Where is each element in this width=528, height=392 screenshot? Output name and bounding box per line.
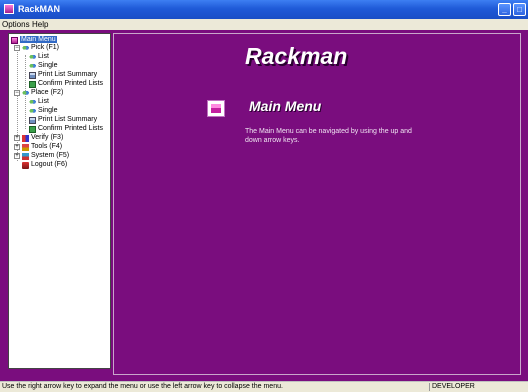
- window-title: RackMAN: [18, 4, 61, 14]
- tree-item-pick-single[interactable]: Single: [29, 62, 57, 70]
- tree-item-system[interactable]: System (F5): [22, 152, 69, 160]
- printer-icon: [29, 116, 36, 124]
- place-collapse-toggle[interactable]: −: [14, 90, 20, 96]
- tree-item-place-confirm[interactable]: Confirm Printed Lists: [29, 125, 103, 133]
- main-menu-icon: [207, 100, 225, 117]
- single-icon: [29, 62, 36, 70]
- verify-expand-toggle[interactable]: +: [14, 135, 20, 141]
- tree-item-logout[interactable]: Logout (F6): [22, 161, 67, 169]
- navigation-tree[interactable]: Main Menu − Pick (F1) List Single Print …: [8, 33, 111, 369]
- main-menu-icon: [11, 36, 18, 44]
- tree-item-pick[interactable]: Pick (F1): [22, 44, 59, 52]
- tree-item-place-single[interactable]: Single: [29, 107, 57, 115]
- tree-item-place[interactable]: Place (F2): [22, 89, 63, 97]
- pick-icon: [22, 44, 29, 52]
- confirm-icon: [29, 125, 36, 133]
- tree-item-pick-list[interactable]: List: [29, 53, 49, 61]
- section-heading: Main Menu: [249, 98, 322, 114]
- confirm-icon: [29, 80, 36, 88]
- status-divider: [429, 383, 430, 391]
- tree-line: [25, 55, 26, 91]
- tree-item-pick-confirm[interactable]: Confirm Printed Lists: [29, 80, 103, 88]
- content-panel: [113, 33, 521, 375]
- logout-icon: [22, 161, 29, 169]
- status-user: DEVELOPER: [432, 383, 475, 390]
- menu-help[interactable]: Help: [32, 20, 48, 29]
- tree-item-pick-print[interactable]: Print List Summary: [29, 71, 97, 79]
- app-icon: [4, 4, 14, 14]
- maximize-button[interactable]: □: [513, 3, 526, 16]
- system-icon: [22, 152, 29, 160]
- pick-collapse-toggle[interactable]: −: [14, 45, 20, 51]
- tools-icon: [22, 143, 29, 151]
- status-bar: Use the right arrow key to expand the me…: [0, 381, 528, 392]
- tree-item-place-list[interactable]: List: [29, 98, 49, 106]
- printer-icon: [29, 71, 36, 79]
- verify-icon: [22, 134, 29, 142]
- list-icon: [29, 98, 36, 106]
- menu-options[interactable]: Options: [2, 20, 30, 29]
- menu-bar: Options Help: [0, 19, 528, 30]
- system-expand-toggle[interactable]: +: [14, 153, 20, 159]
- tools-expand-toggle[interactable]: +: [14, 144, 20, 150]
- minimize-button[interactable]: _: [498, 3, 511, 16]
- status-message: Use the right arrow key to expand the me…: [2, 383, 283, 390]
- app-title: Rackman: [245, 43, 348, 69]
- tree-item-tools[interactable]: Tools (F4): [22, 143, 62, 151]
- place-icon: [22, 89, 29, 97]
- single-icon: [29, 107, 36, 115]
- tree-root-label: Main Menu: [20, 36, 57, 43]
- tree-root[interactable]: Main Menu: [11, 36, 57, 44]
- section-description: The Main Menu can be navigated by using …: [245, 128, 412, 144]
- list-icon: [29, 53, 36, 61]
- title-bar: RackMAN _ □: [0, 0, 528, 19]
- tree-item-place-print[interactable]: Print List Summary: [29, 116, 97, 124]
- tree-item-verify[interactable]: Verify (F3): [22, 134, 63, 142]
- tree-line: [25, 93, 26, 129]
